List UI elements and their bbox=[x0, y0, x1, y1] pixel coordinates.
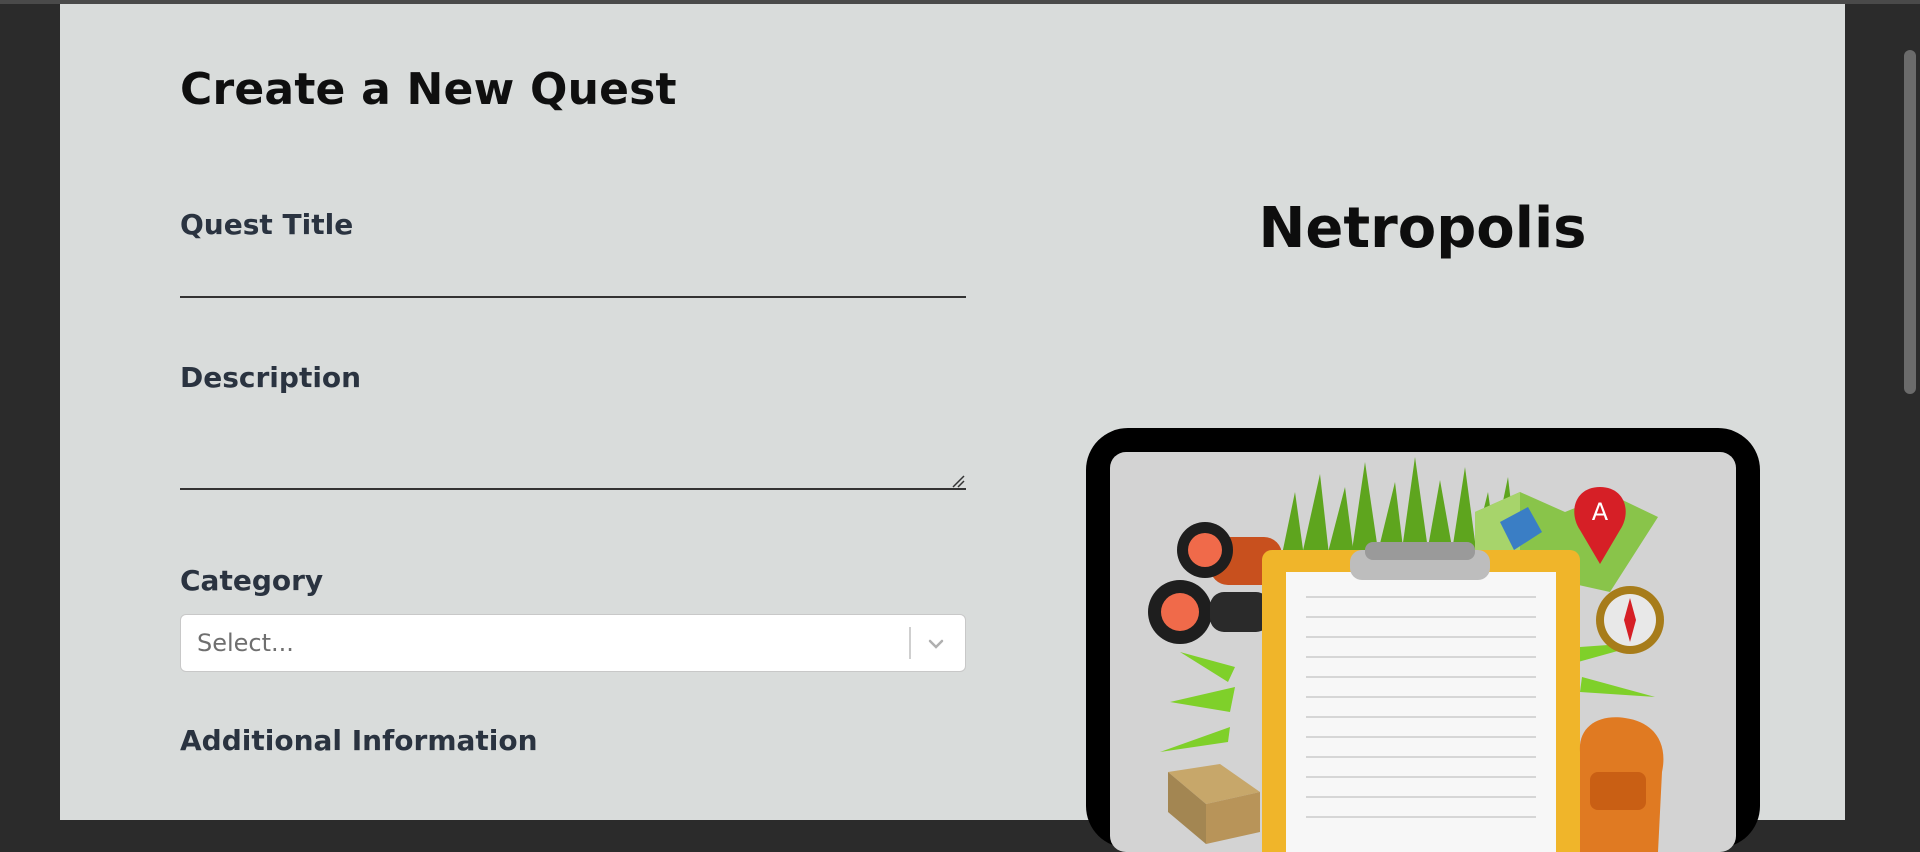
page-title: Create a New Quest bbox=[180, 64, 677, 115]
svg-text:A: A bbox=[1592, 498, 1609, 526]
chevron-down-icon[interactable] bbox=[925, 633, 947, 655]
quest-title-label: Quest Title bbox=[180, 208, 354, 241]
scrollbar-thumb[interactable] bbox=[1904, 50, 1916, 394]
category-label: Category bbox=[180, 564, 324, 597]
select-divider bbox=[909, 627, 911, 659]
brand-title: Netropolis bbox=[1258, 196, 1587, 261]
description-label: Description bbox=[180, 361, 362, 394]
additional-information-label: Additional Information bbox=[180, 724, 538, 757]
category-placeholder: Select... bbox=[197, 629, 294, 657]
quest-illustration: A bbox=[1110, 452, 1736, 852]
preview-device-frame: A bbox=[1086, 428, 1760, 852]
description-textarea[interactable] bbox=[180, 410, 966, 490]
resize-handle-icon[interactable] bbox=[951, 474, 965, 488]
category-select[interactable]: Select... bbox=[180, 614, 966, 672]
quest-clipboard-illustration-icon: A bbox=[1148, 457, 1664, 852]
quest-title-input[interactable] bbox=[180, 250, 966, 298]
